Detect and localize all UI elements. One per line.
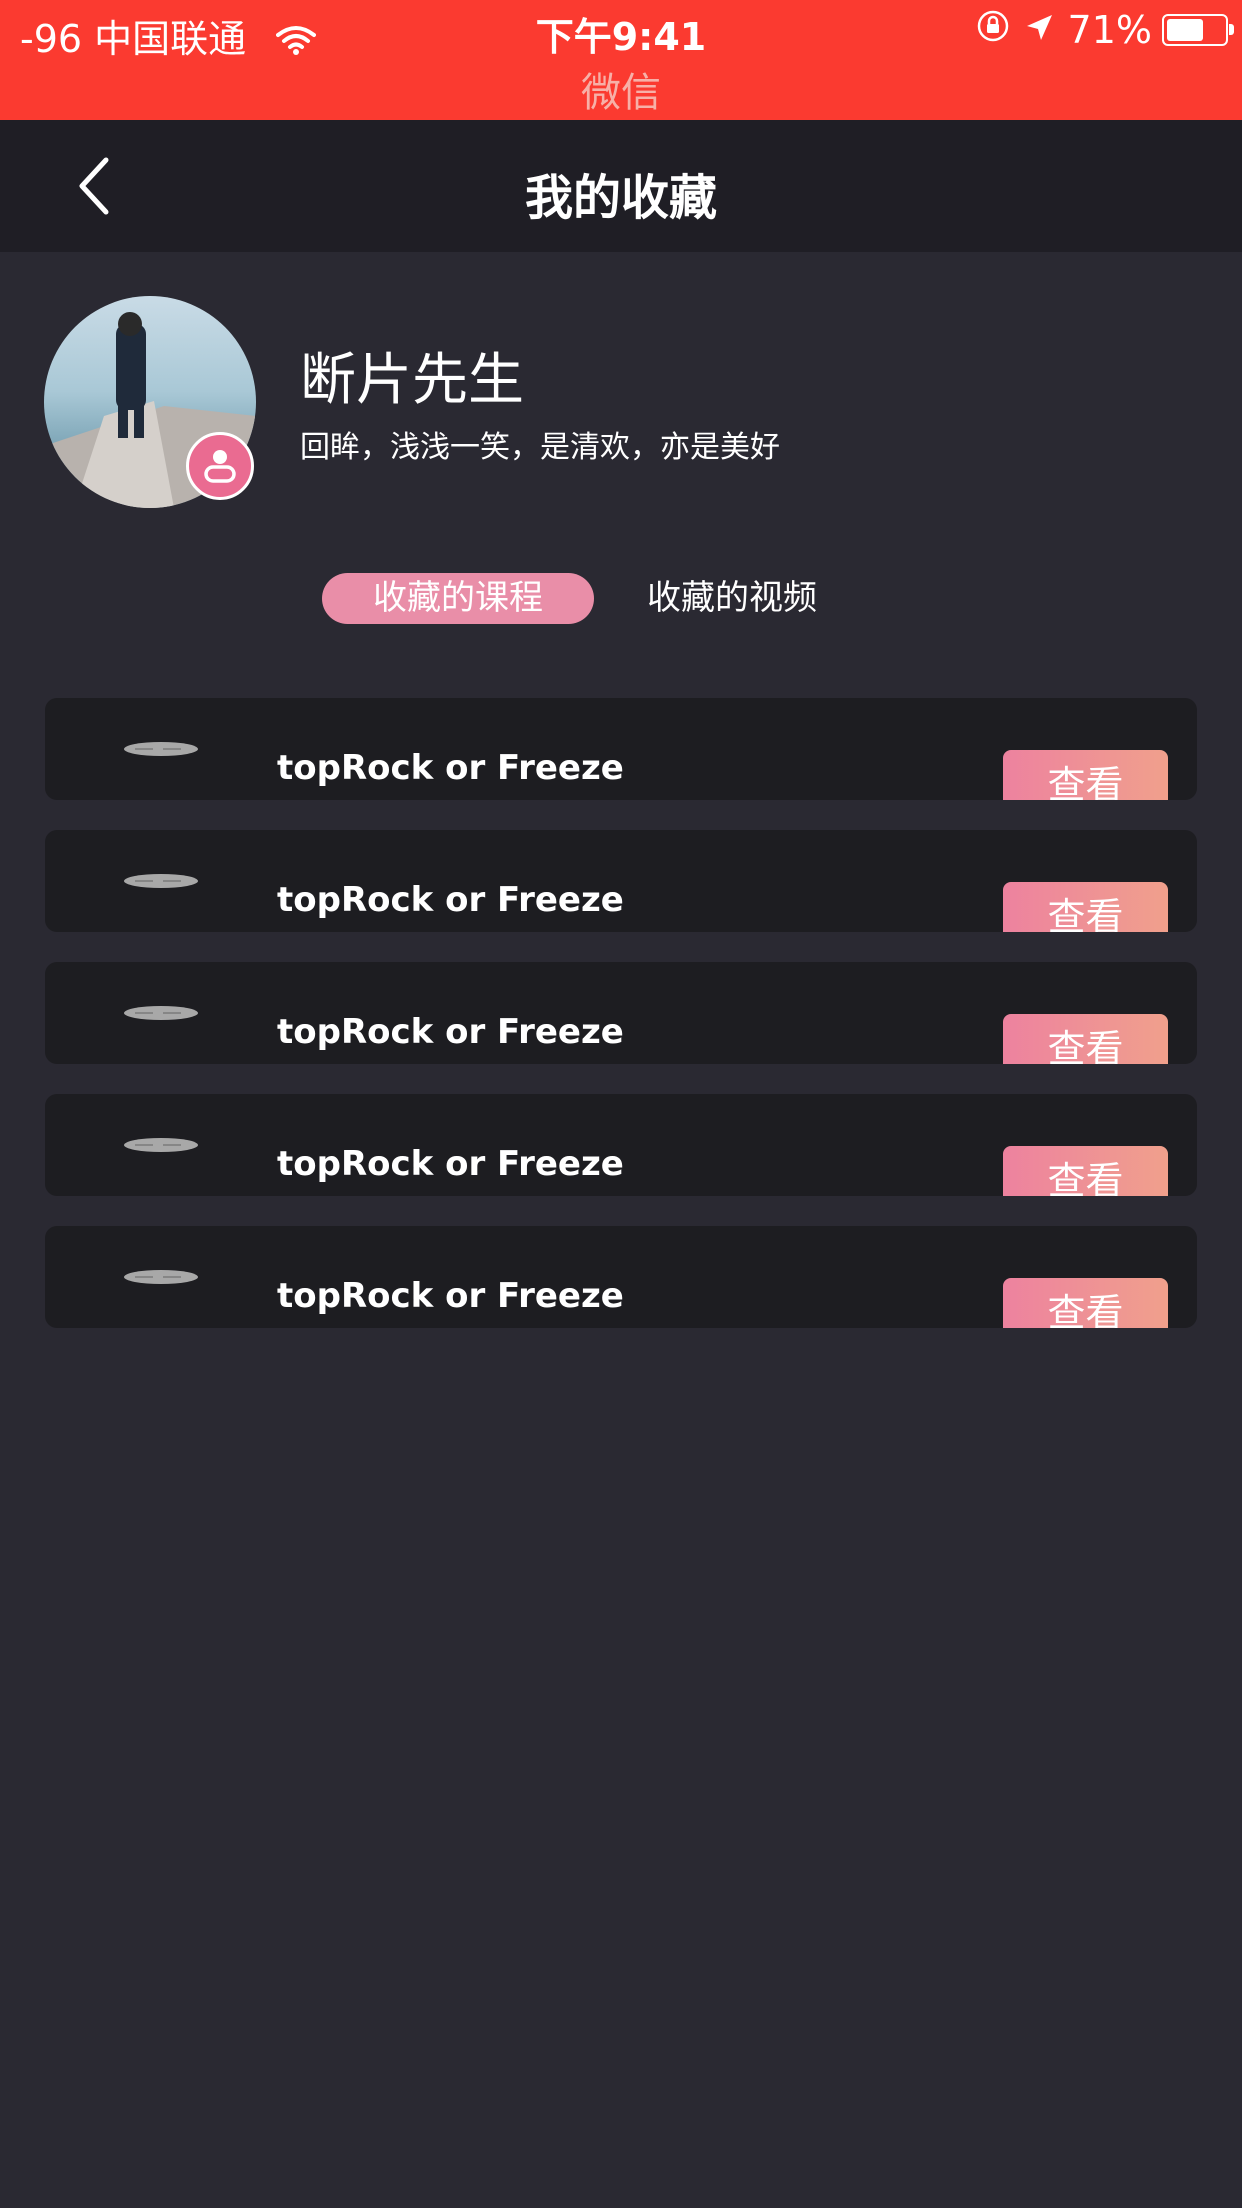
location-icon	[1024, 8, 1054, 52]
user-badge-icon	[186, 432, 254, 500]
page-title: 我的收藏	[524, 170, 717, 226]
list-item[interactable]: topRock or Freeze 查看	[45, 698, 1197, 800]
list-item[interactable]: topRock or Freeze 查看	[45, 1094, 1197, 1196]
status-right: 71%	[976, 8, 1234, 52]
tab-favorite-courses[interactable]: 收藏的课程	[322, 573, 594, 624]
tab-favorite-videos[interactable]: 收藏的视频	[620, 573, 844, 624]
view-button[interactable]: 查看	[1003, 750, 1168, 800]
view-button[interactable]: 查看	[1003, 1146, 1168, 1196]
list-item[interactable]: topRock or Freeze 查看	[45, 830, 1197, 932]
item-title: topRock or Freeze	[277, 1276, 624, 1316]
view-button[interactable]: 查看	[1003, 882, 1168, 932]
item-title: topRock or Freeze	[277, 880, 624, 920]
battery-icon	[1162, 14, 1234, 46]
battery-nub	[1229, 24, 1234, 35]
thumbnail-icon	[123, 1268, 199, 1286]
rotation-lock-icon	[976, 8, 1010, 52]
thumbnail-icon	[123, 1004, 199, 1022]
item-title: topRock or Freeze	[277, 1012, 624, 1052]
list-item[interactable]: topRock or Freeze 查看	[45, 962, 1197, 1064]
item-title: topRock or Freeze	[277, 748, 624, 788]
view-button[interactable]: 查看	[1003, 1278, 1168, 1328]
list-item[interactable]: topRock or Freeze 查看	[45, 1226, 1197, 1328]
item-title: topRock or Freeze	[277, 1144, 624, 1184]
thumbnail-icon	[123, 740, 199, 758]
thumbnail-icon	[123, 1136, 199, 1154]
nav-bar: 我的收藏	[0, 120, 1242, 252]
user-name: 断片先生	[300, 348, 524, 413]
back-to-app-link[interactable]: 微信	[0, 60, 1242, 118]
battery-fill	[1167, 19, 1204, 41]
status-bar: -96 中国联通 下午9:41 微信 71%	[0, 0, 1242, 120]
battery-percent: 71%	[1067, 8, 1152, 52]
user-signature: 回眸，浅浅一笑，是清欢，亦是美好	[300, 430, 780, 465]
thumbnail-icon	[123, 872, 199, 890]
view-button[interactable]: 查看	[1003, 1014, 1168, 1064]
